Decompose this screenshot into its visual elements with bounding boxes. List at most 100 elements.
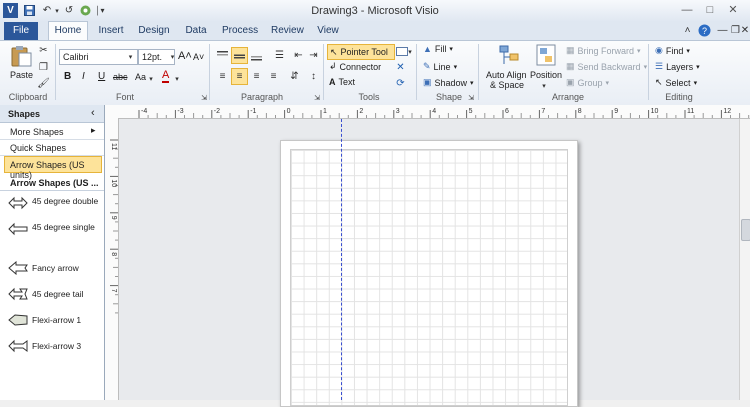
font-color-button[interactable]: A bbox=[162, 70, 170, 83]
window-close-icon[interactable]: ✕ bbox=[740, 23, 750, 38]
vertical-scrollbar[interactable] bbox=[739, 119, 750, 400]
group-label: Group bbox=[577, 77, 603, 88]
stencil-tab-arrow-shapes[interactable]: Arrow Shapes (US units) bbox=[4, 156, 102, 180]
auto-align-button-line2[interactable]: & Space bbox=[490, 80, 524, 90]
change-case-dropdown-icon[interactable]: ▾ bbox=[147, 71, 155, 86]
justify-icon[interactable]: ≡ bbox=[266, 69, 281, 84]
shape-dropdown-icon[interactable]: ▾ bbox=[406, 44, 414, 59]
close-icon[interactable]: ✕ bbox=[722, 2, 744, 18]
connection-point-icon[interactable]: ⟳ bbox=[393, 76, 408, 91]
font-size-dropdown-icon[interactable]: ▾ bbox=[168, 49, 177, 64]
position-dropdown-icon[interactable]: ▾ bbox=[540, 78, 548, 93]
align-bottom-icon[interactable] bbox=[249, 48, 264, 63]
ruler-tick-label: 11 bbox=[687, 108, 694, 115]
stencil-item[interactable]: 45 degree single bbox=[8, 222, 103, 238]
text-tool-button[interactable]: A Text bbox=[329, 77, 355, 87]
stencil-item[interactable]: Fancy arrow bbox=[8, 260, 103, 277]
collapse-ribbon-icon[interactable]: ˄ bbox=[680, 23, 695, 38]
line-label: Line bbox=[433, 61, 451, 72]
cut-icon[interactable]: ✂ bbox=[36, 43, 51, 58]
paste-button[interactable]: Paste bbox=[10, 70, 33, 80]
vertical-ruler[interactable]: 11 10 9 8 7 bbox=[105, 118, 119, 400]
stencil-item[interactable]: Flexi-arrow 3 bbox=[8, 339, 103, 355]
scrollbar-thumb[interactable] bbox=[741, 219, 750, 241]
group-divider bbox=[323, 44, 324, 100]
ruler-tick-label: 0 bbox=[287, 108, 291, 115]
fill-button[interactable]: ▲ Fill ▾ bbox=[423, 44, 453, 54]
pointer-tool-label: Pointer Tool bbox=[340, 47, 388, 57]
shadow-button[interactable]: ▣ Shadow ▾ bbox=[423, 77, 474, 88]
ruler-tick-label: 9 bbox=[614, 108, 618, 115]
line-button[interactable]: ✎ Line ▾ bbox=[423, 61, 457, 72]
align-right-icon[interactable]: ≡ bbox=[249, 69, 264, 84]
font-dialog-launcher-icon[interactable]: ⇲ bbox=[200, 90, 208, 105]
shadow-dropdown-icon: ▾ bbox=[470, 79, 474, 87]
tab-data[interactable]: Data bbox=[184, 22, 208, 40]
auto-align-button[interactable]: Auto Align bbox=[486, 70, 527, 80]
pointer-tool-button[interactable]: ↖ Pointer Tool bbox=[327, 44, 395, 60]
tab-view[interactable]: View bbox=[317, 22, 339, 40]
collapse-panel-icon[interactable]: ‹ bbox=[91, 107, 95, 119]
ruler-tick-label: 1 bbox=[323, 108, 327, 115]
line-dropdown-icon: ▾ bbox=[453, 63, 458, 71]
increase-indent-icon[interactable]: ⇥ bbox=[306, 48, 321, 63]
shapes-panel-header: Shapes ‹ bbox=[0, 105, 104, 123]
bullets-icon[interactable]: ☰ bbox=[272, 48, 287, 63]
layers-button[interactable]: ☰ Layers ▾ bbox=[655, 61, 700, 72]
stencil-item[interactable]: Flexi-arrow 1 bbox=[8, 313, 103, 329]
strikethrough-button[interactable]: abc bbox=[113, 72, 128, 82]
align-top-icon[interactable] bbox=[215, 48, 230, 63]
position-icon[interactable] bbox=[536, 44, 556, 66]
vertical-ruler-ticks: 11 10 9 8 7 bbox=[110, 139, 118, 314]
tab-review[interactable]: Review bbox=[271, 22, 304, 40]
shape-dialog-launcher-icon[interactable]: ⇲ bbox=[467, 90, 475, 105]
align-left-icon[interactable]: ≡ bbox=[215, 69, 230, 84]
tab-home[interactable]: Home bbox=[48, 21, 88, 40]
auto-align-icon[interactable] bbox=[498, 44, 520, 66]
guide-line[interactable] bbox=[341, 119, 342, 400]
tab-insert[interactable]: Insert bbox=[96, 22, 126, 40]
maximize-icon[interactable]: □ bbox=[699, 2, 721, 18]
ruler-tick-label: 7 bbox=[110, 289, 117, 293]
select-button[interactable]: ↖ Select ▾ bbox=[655, 77, 697, 88]
tools-group-label: Tools bbox=[358, 92, 380, 102]
paragraph-spacing-icon[interactable]: ↕ bbox=[306, 69, 321, 84]
help-icon[interactable]: ? bbox=[697, 23, 712, 38]
underline-button[interactable]: U bbox=[98, 71, 105, 82]
tab-process[interactable]: Process bbox=[222, 22, 258, 40]
connector-button[interactable]: ↲ Connector bbox=[329, 61, 381, 72]
italic-button[interactable]: I bbox=[82, 71, 85, 82]
decrease-indent-icon[interactable]: ⇤ bbox=[291, 48, 306, 63]
format-painter-icon[interactable]: 🖌 bbox=[36, 76, 51, 91]
change-case-button[interactable]: Aa bbox=[135, 72, 146, 82]
paste-icon[interactable] bbox=[9, 45, 33, 67]
grow-font-button[interactable]: A˄ bbox=[178, 50, 192, 62]
send-backward-dropdown-icon: ▾ bbox=[643, 63, 648, 71]
stencil-item[interactable]: 45 degree double bbox=[8, 196, 103, 212]
paragraph-dialog-launcher-icon[interactable]: ⇲ bbox=[313, 90, 321, 105]
ruler-tick-label: 12 bbox=[723, 108, 731, 115]
minimize-icon[interactable]: — bbox=[676, 2, 698, 18]
quick-shapes-button[interactable]: Quick Shapes bbox=[0, 140, 104, 156]
more-shapes-button[interactable]: More Shapes ▸ bbox=[0, 123, 104, 140]
copy-icon[interactable]: ❐ bbox=[36, 60, 51, 75]
stencil-item[interactable]: 45 degree tail bbox=[8, 287, 103, 303]
more-shapes-label: More Shapes bbox=[10, 127, 64, 137]
bold-button[interactable]: B bbox=[64, 71, 71, 82]
align-center-icon[interactable]: ≡ bbox=[231, 68, 248, 85]
text-direction-icon[interactable]: ⇵ bbox=[287, 69, 302, 84]
select-arrow-icon: ↖ bbox=[655, 77, 663, 87]
window-title: Drawing3 - Microsoft Visio bbox=[311, 5, 439, 17]
horizontal-ruler[interactable]: -4 -3 -2 -1 0 1 2 3 4 5 6 7 8 9 10 11 12 bbox=[105, 105, 750, 119]
close-tool-icon[interactable]: ✕ bbox=[393, 60, 408, 75]
font-family-dropdown-icon[interactable]: ▾ bbox=[126, 49, 135, 64]
find-button[interactable]: ◉ Find ▾ bbox=[655, 45, 690, 56]
stencil-header: Arrow Shapes (US ... bbox=[0, 177, 104, 189]
tab-file[interactable]: File bbox=[4, 22, 38, 40]
page-grid bbox=[290, 149, 568, 406]
ruler-tick-label: 9 bbox=[110, 216, 117, 220]
font-color-dropdown-icon[interactable]: ▾ bbox=[173, 71, 181, 86]
shrink-font-button[interactable]: A˅ bbox=[193, 52, 204, 62]
tab-design[interactable]: Design bbox=[137, 22, 171, 40]
align-middle-icon[interactable] bbox=[231, 47, 248, 64]
